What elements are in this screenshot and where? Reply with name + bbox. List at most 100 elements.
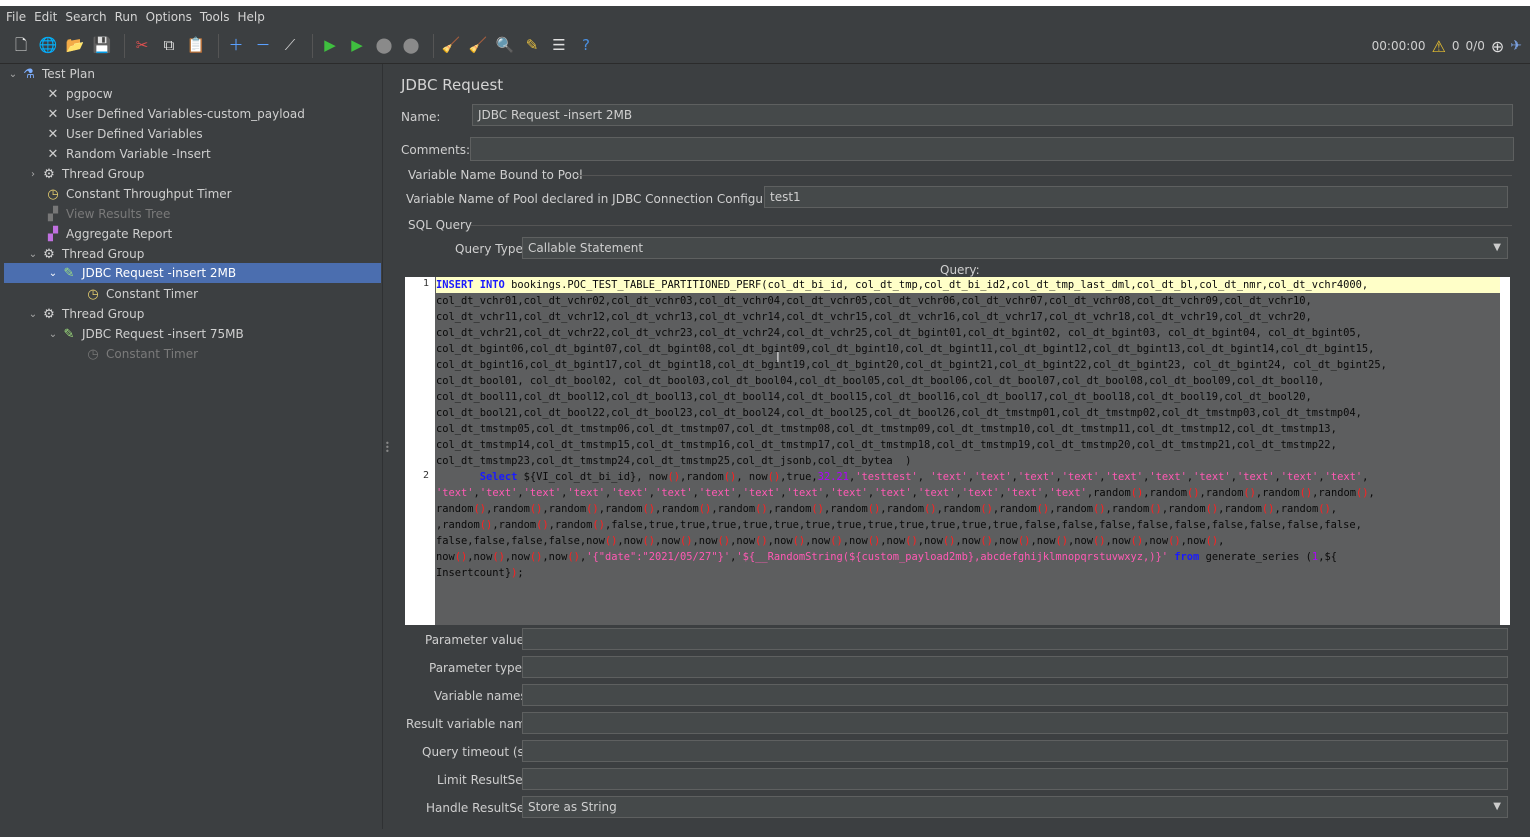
menu-edit[interactable]: Edit (34, 10, 57, 24)
clear-all-icon[interactable]: 🧹 (467, 35, 489, 57)
variable-names-input[interactable] (522, 684, 1508, 706)
code-line: col_dt_bgint06,col_dt_bgint07,col_dt_bgi… (436, 343, 1375, 355)
tree-node-config[interactable]: ✕ User Defined Variables-custom_payload (44, 104, 305, 124)
tree-node-listener[interactable]: ▞ View Results Tree (44, 204, 170, 224)
pool-input[interactable]: test1 (764, 186, 1508, 208)
code-line: 'text','text','text','text','text','text… (436, 487, 1375, 499)
chevron-down-icon[interactable]: ⌄ (46, 329, 60, 340)
tree-node-jdbc-request[interactable]: ⌄ ✎ JDBC Request -insert 75MB (46, 324, 244, 344)
tree-node-timer[interactable]: ◷ Constant Timer (84, 344, 198, 364)
tree-node-jdbc-request-selected[interactable]: ⌄ ✎ JDBC Request -insert 2MB (4, 263, 381, 283)
chevron-down-icon[interactable]: ▼ (1493, 242, 1501, 253)
name-input[interactable]: JDBC Request -insert 2MB (472, 104, 1513, 126)
menu-search[interactable]: Search (65, 10, 106, 24)
text-cursor-icon: I (776, 351, 780, 366)
comments-label: Comments: (401, 143, 471, 157)
chevron-down-icon[interactable]: ⌄ (26, 249, 40, 260)
expand-icon[interactable]: ＋ (225, 35, 247, 57)
result-variable-input[interactable] (522, 712, 1508, 734)
tree-node-config[interactable]: ✕ User Defined Variables (44, 124, 203, 144)
splitter-grip[interactable]: • • • (385, 440, 390, 456)
clock-icon: ◷ (47, 186, 59, 202)
stop-icon[interactable]: ⬤ (373, 35, 395, 57)
code-line: false,false,false,false,now(),now(),now(… (436, 535, 1225, 547)
wrench-icon: ✕ (47, 146, 59, 162)
collapse-icon[interactable]: － (252, 35, 274, 57)
warning-icon[interactable]: ⚠ (1432, 37, 1446, 56)
wrench-icon: ✕ (47, 86, 59, 102)
code-line: ,random(),random(),random(),false,true,t… (436, 519, 1362, 531)
code-line: col_dt_bgint16,col_dt_bgint17,col_dt_bgi… (436, 359, 1387, 371)
open-icon[interactable]: 📂 (64, 35, 86, 57)
chevron-down-icon[interactable]: ⌄ (26, 309, 40, 320)
toggle-icon[interactable]: ⟋ (279, 35, 301, 57)
tree-node-config[interactable]: ✕ Random Variable -Insert (44, 144, 211, 164)
menu-options[interactable]: Options (146, 10, 192, 24)
code-line: now(),now(),now(),now(),'{"date":"2021/0… (436, 551, 1337, 563)
toolbar-separator (312, 33, 313, 58)
menu-tools[interactable]: Tools (200, 10, 230, 24)
chevron-down-icon[interactable]: ⌄ (46, 268, 60, 279)
query-type-select[interactable]: Callable Statement ▼ (522, 237, 1508, 259)
editor-scrollbar[interactable] (1500, 277, 1510, 625)
comments-input[interactable] (470, 137, 1514, 161)
tree-node-thread-group[interactable]: ⌄ ⚙ Thread Group (26, 244, 145, 264)
tree-node-test-plan[interactable]: ⌄ ⚗ Test Plan (6, 64, 95, 84)
panel-title: JDBC Request (401, 76, 504, 94)
line-number: 2 (422, 470, 429, 481)
paste-icon[interactable]: 📋 (185, 35, 207, 57)
function-helper-icon[interactable]: ☰ (548, 35, 570, 57)
query-type-value: Callable Statement (528, 241, 644, 255)
wrench-icon: ✕ (47, 106, 59, 122)
clear-icon[interactable]: 🧹 (440, 35, 462, 57)
remote-icon[interactable]: ⊕ (1491, 37, 1504, 56)
section-divider (577, 175, 1512, 176)
code-line: col_dt_tmstmp23,col_dt_tmstmp24,col_dt_t… (436, 455, 912, 467)
limit-resultset-input[interactable] (522, 768, 1508, 790)
code-line: col_dt_vchr11,col_dt_vchr12,col_dt_vchr1… (436, 311, 1312, 323)
start-icon[interactable]: ▶ (319, 35, 341, 57)
menu-file[interactable]: File (6, 10, 26, 24)
cut-icon[interactable]: ✂ (131, 35, 153, 57)
shutdown-icon[interactable]: ⬤ (400, 35, 422, 57)
tree-node-listener[interactable]: ▞ Aggregate Report (44, 224, 172, 244)
code-line: col_dt_vchr01,col_dt_vchr02,col_dt_vchr0… (436, 295, 1312, 307)
tree-node-thread-group[interactable]: › ⚙ Thread Group (26, 164, 144, 184)
code-line: random(),random(),random(),random(),rand… (436, 503, 1338, 515)
limit-resultset-label: Limit ResultSet: (437, 773, 532, 787)
chevron-right-icon[interactable]: › (26, 169, 40, 180)
menu-run[interactable]: Run (115, 10, 138, 24)
tree-node-timer[interactable]: ◷ Constant Timer (84, 284, 198, 304)
query-timeout-input[interactable] (522, 740, 1508, 762)
chevron-down-icon[interactable]: ▼ (1493, 801, 1501, 812)
chevron-down-icon[interactable]: ⌄ (6, 69, 20, 80)
warning-count: 0 (1451, 39, 1460, 53)
help-icon[interactable]: ? (575, 35, 597, 57)
code-line: col_dt_tmstmp05,col_dt_tmstmp06,col_dt_t… (436, 423, 1337, 435)
save-icon[interactable]: 💾 (91, 35, 113, 57)
toolbar-separator (218, 33, 219, 58)
gear-icon: ⚙ (43, 306, 55, 322)
tree-node-config[interactable]: ✕ pgpocw (44, 84, 113, 104)
result-variable-label: Result variable name: (406, 717, 538, 731)
start-no-pauses-icon[interactable]: ▶ (346, 35, 368, 57)
logger-icon[interactable]: ✈ (1510, 38, 1522, 54)
templates-icon[interactable]: 🌐 (37, 35, 59, 57)
search-icon[interactable]: 🔍 (494, 35, 516, 57)
toolbar-status: 00:00:00 ⚠ 0 0/0 ⊕ ✈ (1366, 28, 1522, 64)
toolbar: 🗋 🌐 📂 💾 ✂ ⧉ 📋 ＋ － ⟋ ▶ ▶ ⬤ ⬤ 🧹 🧹 🔍 ✎ ☰ ? … (0, 28, 1530, 64)
query-code[interactable]: INSERT INTO bookings.POC_TEST_TABLE_PART… (436, 277, 1500, 625)
query-label: Query: (940, 263, 980, 277)
tree-node-thread-group[interactable]: ⌄ ⚙ Thread Group (26, 304, 145, 324)
split-divider[interactable]: • • • (382, 64, 391, 829)
jdbc-request-panel: JDBC Request Name: JDBC Request -insert … (391, 64, 1520, 829)
handle-resultset-select[interactable]: Store as String ▼ (522, 796, 1508, 818)
reset-search-icon[interactable]: ✎ (521, 35, 543, 57)
parameter-values-input[interactable] (522, 628, 1508, 650)
tree-node-timer[interactable]: ◷ Constant Throughput Timer (44, 184, 231, 204)
new-icon[interactable]: 🗋 (10, 35, 32, 57)
menu-help[interactable]: Help (237, 10, 264, 24)
parameter-types-input[interactable] (522, 656, 1508, 678)
copy-icon[interactable]: ⧉ (158, 35, 180, 57)
query-editor[interactable]: 1 2 INSERT INTO bookings.POC_TEST_TABLE_… (405, 277, 1510, 625)
